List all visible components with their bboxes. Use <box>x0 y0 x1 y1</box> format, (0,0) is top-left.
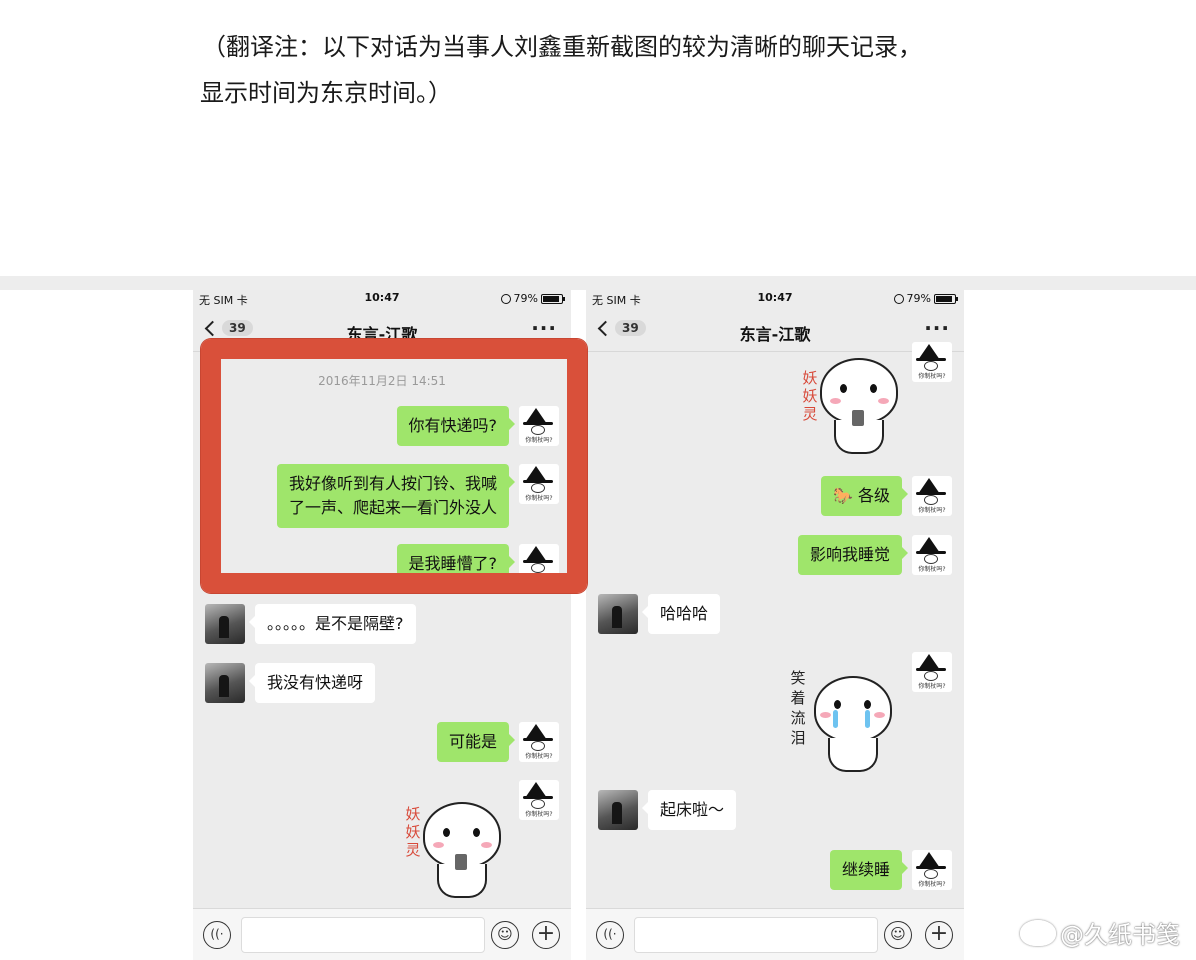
sticker-text-char: 妖 <box>802 369 818 387</box>
note-line-1: （翻译注：以下对话为当事人刘鑫重新截图的较为清晰的聊天记录， <box>202 33 922 61</box>
sticker-text-char: 着 <box>790 689 806 707</box>
message-outgoing-sticker[interactable]: 你制杖吗? <box>912 652 952 692</box>
emoji-icon[interactable]: ☺ <box>884 921 912 949</box>
plus-icon[interactable]: + <box>532 921 560 949</box>
status-right: 79% <box>893 292 958 305</box>
crying-laughing-sticker[interactable]: 笑 着 流 泪 <box>778 668 908 772</box>
avatar-caption: 你制杖吗? <box>918 566 946 573</box>
plus-icon[interactable]: + <box>925 921 953 949</box>
message-incoming[interactable]: 我没有快递呀 <box>205 663 376 703</box>
status-right: 79% <box>500 292 565 305</box>
voice-icon[interactable]: ((· <box>203 921 231 949</box>
avatar-caption: 你制杖吗? <box>918 881 946 888</box>
message-bubble: 起床啦～ <box>641 790 737 830</box>
note-line-2: 显示时间为东京时间。） <box>200 79 452 107</box>
sticker-text-char: 流 <box>790 709 806 727</box>
contact-avatar[interactable] <box>598 790 638 830</box>
status-bar: 无 SIM 卡 10:47 79% <box>193 290 571 308</box>
battery-icon <box>934 293 958 304</box>
contact-avatar[interactable] <box>598 594 638 634</box>
message-outgoing[interactable]: 可能是 你制杖吗? <box>436 722 559 762</box>
message-bubble: 🐎 各级 <box>820 476 909 516</box>
avatar-caption: 你制杖吗? <box>525 811 553 818</box>
wizard-avatar-icon[interactable]: 你制杖吗? <box>912 850 952 890</box>
message-incoming[interactable]: 起床啦～ <box>598 790 737 830</box>
message-outgoing[interactable]: 🐎 各级 你制杖吗? <box>820 476 952 516</box>
message-bubble: 可能是 <box>436 722 516 762</box>
ellipsis-icon[interactable]: ··· <box>924 316 950 340</box>
watermark: @久纸书笺 <box>1020 915 1180 950</box>
chat-nav-bar: 39 东言-江歌 ··· <box>586 312 964 352</box>
message-outgoing-sticker[interactable]: 你制杖吗? <box>519 780 559 820</box>
divider <box>0 276 1196 290</box>
chat-screenshot-2: 无 SIM 卡 10:47 79% 39 东言-江歌 ··· 你制杖吗? 妖 妖… <box>586 290 964 960</box>
sticker-text-char: 妖 <box>405 805 421 823</box>
message-bubble: 。。。。。是不是隔壁? <box>249 604 416 644</box>
message-outgoing-sticker[interactable]: 你制杖吗? <box>912 342 952 382</box>
sticker-text-char: 妖 <box>405 823 421 841</box>
message-bubble: 哈哈哈 <box>641 594 721 634</box>
translation-note: （翻译注：以下对话为当事人刘鑫重新截图的较为清晰的聊天记录， 显示时间为东京时间… <box>200 24 1060 116</box>
message-outgoing[interactable]: 继续睡 你制杖吗? <box>829 850 952 890</box>
avatar-caption: 你制杖吗? <box>918 373 946 380</box>
sticker-text-char: 灵 <box>802 405 818 423</box>
message-input[interactable] <box>241 917 485 953</box>
message-outgoing[interactable]: 影响我睡觉 你制杖吗? <box>797 535 952 575</box>
sticker-text-char: 灵 <box>405 841 421 859</box>
message-input[interactable] <box>634 917 878 953</box>
contact-avatar[interactable] <box>205 604 245 644</box>
voice-icon[interactable]: ((· <box>596 921 624 949</box>
avatar-caption: 你制杖吗? <box>918 683 946 690</box>
message-bubble: 继续睡 <box>829 850 909 890</box>
contact-avatar[interactable] <box>205 663 245 703</box>
ellipsis-icon[interactable]: ··· <box>531 316 557 340</box>
highlight-box <box>201 339 587 593</box>
sticker-text-char: 笑 <box>790 669 806 687</box>
message-bubble: 影响我睡觉 <box>797 535 909 575</box>
message-incoming[interactable]: 哈哈哈 <box>598 594 721 634</box>
input-bar: ((· ☺ + <box>193 908 571 960</box>
message-bubble: 我没有快递呀 <box>248 663 376 703</box>
wizard-avatar-icon[interactable]: 你制杖吗? <box>519 780 559 820</box>
battery-percent: 79% <box>513 292 538 305</box>
weibo-logo-icon <box>1020 919 1056 946</box>
input-bar: ((· ☺ + <box>586 908 964 960</box>
avatar-caption: 你制杖吗? <box>918 507 946 514</box>
sticker-text-char: 泪 <box>790 729 806 747</box>
sticker-text-char: 妖 <box>802 387 818 405</box>
emoji-icon[interactable]: ☺ <box>491 921 519 949</box>
rotation-lock-icon <box>500 293 511 304</box>
wizard-avatar-icon[interactable]: 你制杖吗? <box>912 342 952 382</box>
wizard-avatar-icon[interactable]: 你制杖吗? <box>912 476 952 516</box>
wizard-avatar-icon[interactable]: 你制杖吗? <box>519 722 559 762</box>
message-incoming[interactable]: 。。。。。是不是隔壁? <box>205 604 416 644</box>
wizard-avatar-icon[interactable]: 你制杖吗? <box>912 652 952 692</box>
wizard-avatar-icon[interactable]: 你制杖吗? <box>912 535 952 575</box>
battery-icon <box>541 293 565 304</box>
watermark-text: @久纸书笺 <box>1060 921 1180 949</box>
phone-sticker[interactable]: 妖 妖 灵 <box>393 798 513 898</box>
rotation-lock-icon <box>893 293 904 304</box>
avatar-caption: 你制杖吗? <box>525 753 553 760</box>
battery-percent: 79% <box>906 292 931 305</box>
chat-title: 东言-江歌 <box>739 325 811 344</box>
phone-sticker[interactable]: 妖 妖 灵 <box>790 358 910 458</box>
status-bar: 无 SIM 卡 10:47 79% <box>586 290 964 308</box>
